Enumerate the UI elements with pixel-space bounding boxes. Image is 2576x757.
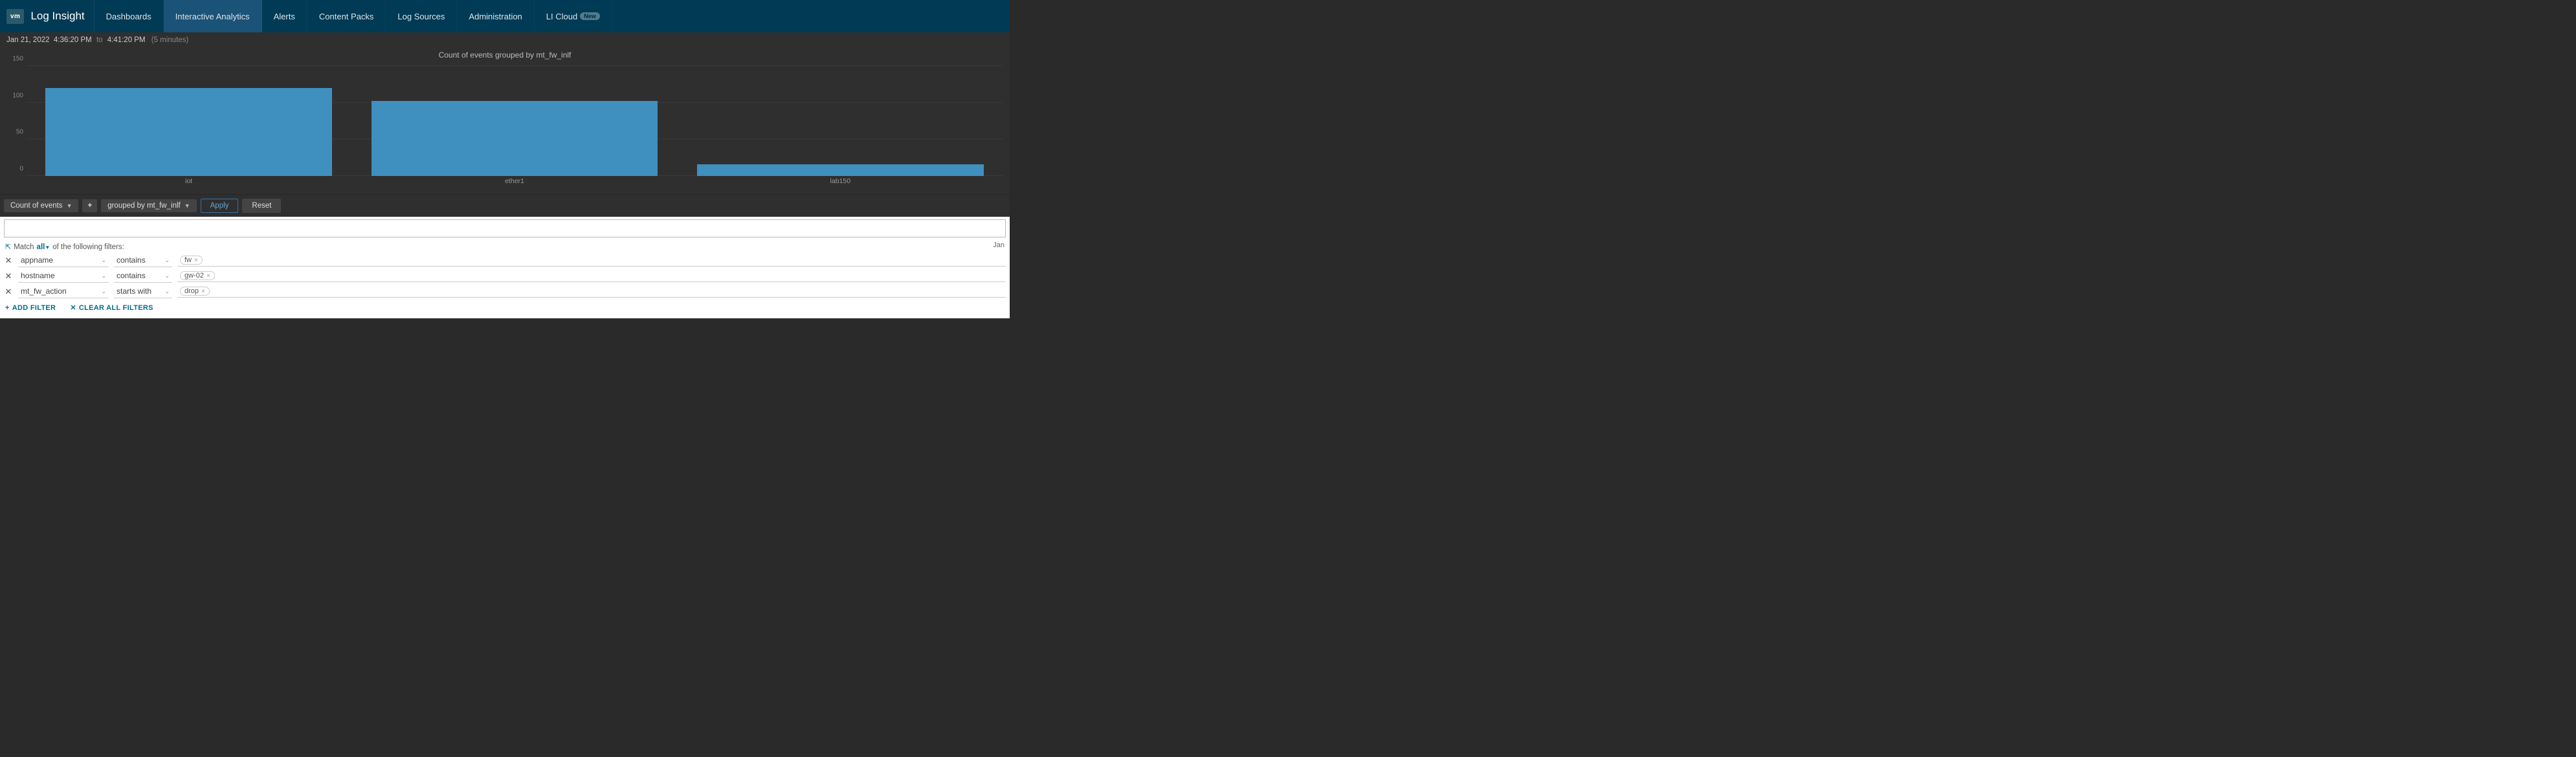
brand: vm Log Insight bbox=[0, 0, 94, 32]
remove-filter-icon[interactable]: ✕ bbox=[4, 271, 13, 281]
nav-li-cloud-label: LI Cloud bbox=[546, 12, 577, 21]
filter-value-input[interactable]: fw × bbox=[177, 254, 1006, 267]
search-input[interactable] bbox=[4, 219, 1006, 237]
filters-list: ✕ appname⌄ contains⌄ fw × ✕ hostname⌄ contains… bbox=[4, 254, 1006, 298]
y-tick: 150 bbox=[12, 56, 23, 63]
bar[interactable] bbox=[372, 101, 658, 176]
filter-operator-dropdown[interactable]: contains⌄ bbox=[114, 254, 172, 267]
y-tick: 100 bbox=[12, 92, 23, 99]
chevron-down-icon: ⌄ bbox=[101, 257, 106, 264]
collapse-icon[interactable]: ⇱ bbox=[5, 243, 11, 251]
right-label: Jan bbox=[993, 241, 1005, 249]
filter-operator-dropdown[interactable]: contains⌄ bbox=[114, 269, 172, 283]
y-axis: 150 100 50 0 bbox=[6, 66, 26, 176]
chevron-down-icon: ⌄ bbox=[164, 288, 170, 295]
match-mode-label: all bbox=[37, 243, 45, 251]
nav-log-sources[interactable]: Log Sources bbox=[386, 0, 457, 32]
filter-value-input[interactable]: drop × bbox=[177, 285, 1006, 298]
measure-dropdown[interactable]: Count of events ▼ bbox=[4, 199, 78, 212]
y-tick: 50 bbox=[16, 129, 23, 136]
add-filter-label: ADD FILTER bbox=[12, 304, 56, 312]
filter-actions: + ADD FILTER ✕ CLEAR ALL FILTERS bbox=[4, 298, 1006, 312]
app-title: Log Insight bbox=[30, 10, 84, 23]
chevron-down-icon: ⌄ bbox=[101, 288, 106, 295]
caret-down-icon: ▼ bbox=[45, 245, 50, 250]
groupby-dropdown[interactable]: grouped by mt_fw_inlf ▼ bbox=[101, 199, 196, 212]
y-tick: 0 bbox=[19, 166, 23, 173]
add-filter-link[interactable]: + ADD FILTER bbox=[5, 303, 56, 312]
clear-filters-label: CLEAR ALL FILTERS bbox=[79, 304, 153, 312]
match-prefix: Match bbox=[14, 243, 34, 251]
bar[interactable] bbox=[697, 164, 984, 176]
plus-icon: + bbox=[5, 304, 10, 312]
chevron-down-icon: ⌄ bbox=[164, 257, 170, 264]
nav-interactive-analytics[interactable]: Interactive Analytics bbox=[164, 0, 262, 32]
match-suffix: of the following filters: bbox=[52, 243, 124, 251]
nav-content-packs[interactable]: Content Packs bbox=[307, 0, 386, 32]
filter-value-chip[interactable]: gw-02 × bbox=[180, 271, 215, 280]
chip-remove-icon[interactable]: × bbox=[206, 272, 210, 280]
match-row: ⇱ Match all▼ of the following filters: J… bbox=[4, 237, 1006, 254]
time-to-word: to bbox=[96, 36, 103, 44]
filter-value-chip[interactable]: drop × bbox=[180, 287, 210, 296]
filter-field-dropdown[interactable]: mt_fw_action⌄ bbox=[18, 285, 109, 298]
filter-row: ✕ appname⌄ contains⌄ fw × bbox=[4, 254, 1006, 267]
bars-container bbox=[26, 66, 1003, 176]
nav-dashboards[interactable]: Dashboards bbox=[94, 0, 164, 32]
chip-remove-icon[interactable]: × bbox=[201, 288, 205, 295]
remove-filter-icon[interactable]: ✕ bbox=[4, 287, 13, 297]
time-duration: (5 minutes) bbox=[151, 36, 189, 44]
chart-title: Count of events grouped by mt_fw_inlf bbox=[6, 48, 1003, 66]
filter-field-dropdown[interactable]: hostname⌄ bbox=[18, 269, 109, 283]
filter-row: ✕ mt_fw_action⌄ starts with⌄ drop × bbox=[4, 285, 1006, 298]
clear-filters-link[interactable]: ✕ CLEAR ALL FILTERS bbox=[70, 303, 153, 312]
close-icon: ✕ bbox=[70, 303, 76, 312]
filter-panel: ⇱ Match all▼ of the following filters: J… bbox=[0, 217, 1010, 318]
bar-chart[interactable]: 150 100 50 0 iotether1lab150 bbox=[6, 66, 1003, 189]
time-to: 4:41:20 PM bbox=[107, 36, 146, 44]
apply-button[interactable]: Apply bbox=[201, 199, 239, 213]
chevron-down-icon: ⌄ bbox=[164, 272, 170, 280]
new-badge: New bbox=[580, 12, 600, 20]
x-tick: lab150 bbox=[678, 176, 1003, 189]
bar[interactable] bbox=[45, 88, 332, 176]
add-measure-button[interactable]: + bbox=[82, 199, 97, 212]
chevron-down-icon: ⌄ bbox=[101, 272, 106, 280]
chart-area: Count of events grouped by mt_fw_inlf 15… bbox=[0, 48, 1010, 194]
chip-remove-icon[interactable]: × bbox=[194, 257, 198, 264]
filter-operator-dropdown[interactable]: starts with⌄ bbox=[114, 285, 172, 298]
filter-row: ✕ hostname⌄ contains⌄ gw-02 × bbox=[4, 269, 1006, 283]
vmware-logo: vm bbox=[6, 9, 24, 24]
caret-down-icon: ▼ bbox=[67, 203, 72, 209]
measure-label: Count of events bbox=[10, 202, 63, 210]
query-controls: Count of events ▼ + grouped by mt_fw_inl… bbox=[0, 194, 1010, 217]
x-tick: ether1 bbox=[351, 176, 677, 189]
nav-alerts[interactable]: Alerts bbox=[262, 0, 307, 32]
time-from: 4:36:20 PM bbox=[54, 36, 92, 44]
match-mode-dropdown[interactable]: all▼ bbox=[37, 243, 50, 251]
primary-nav: Dashboards Interactive Analytics Alerts … bbox=[94, 0, 612, 32]
filter-value-chip[interactable]: fw × bbox=[180, 256, 203, 265]
reset-button[interactable]: Reset bbox=[242, 199, 281, 213]
caret-down-icon: ▼ bbox=[184, 203, 190, 209]
nav-li-cloud[interactable]: LI Cloud New bbox=[535, 0, 612, 32]
time-date: Jan 21, 2022 bbox=[6, 36, 50, 44]
remove-filter-icon[interactable]: ✕ bbox=[4, 256, 13, 266]
groupby-label: grouped by mt_fw_inlf bbox=[107, 202, 181, 210]
nav-administration[interactable]: Administration bbox=[457, 0, 534, 32]
x-axis: iotether1lab150 bbox=[26, 176, 1003, 189]
x-tick: iot bbox=[26, 176, 351, 189]
top-nav: vm Log Insight Dashboards Interactive An… bbox=[0, 0, 1010, 32]
time-range-bar[interactable]: Jan 21, 2022 4:36:20 PM to 4:41:20 PM (5… bbox=[0, 32, 1010, 48]
filter-value-input[interactable]: gw-02 × bbox=[177, 270, 1006, 282]
filter-field-dropdown[interactable]: appname⌄ bbox=[18, 254, 109, 267]
